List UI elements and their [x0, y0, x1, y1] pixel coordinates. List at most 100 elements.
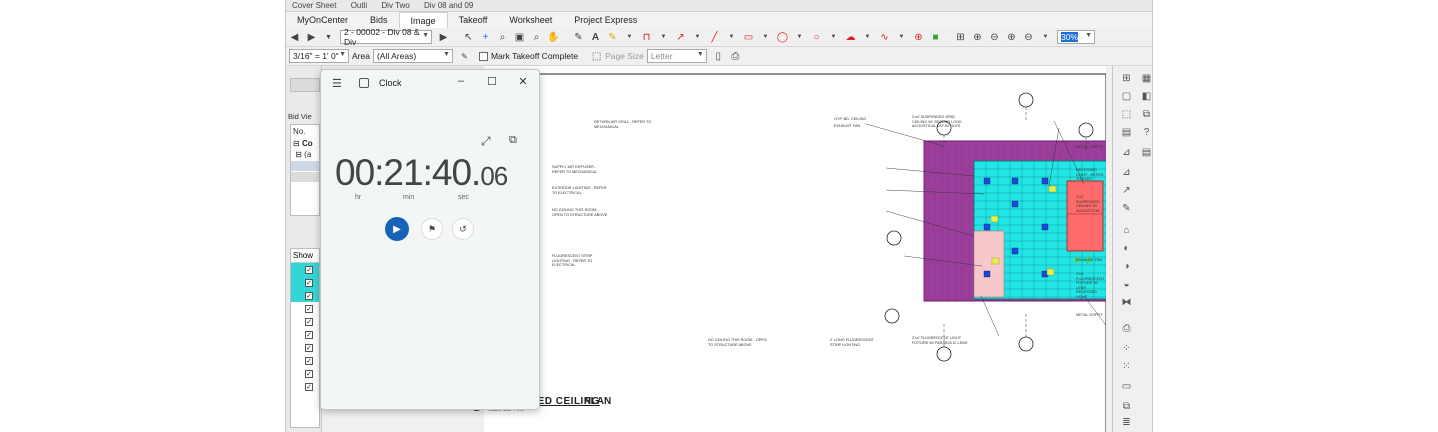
tree-row[interactable]: ⊟ Co [291, 138, 319, 149]
bid-view-tab[interactable]: Bid Vie [288, 112, 312, 121]
copy-icon[interactable]: ⧉ [1140, 108, 1152, 121]
menu-icon[interactable]: ☰ [332, 77, 342, 90]
doc-tab-div-two[interactable]: Div Two [375, 0, 415, 11]
show-checkbox[interactable]: ✓ [305, 278, 313, 287]
scale-select[interactable]: 3/16" = 1' 0" ▼ [289, 49, 349, 63]
show-checkbox[interactable]: ✓ [305, 265, 313, 274]
ellipse-tool-icon[interactable]: ◯ [775, 30, 790, 45]
show-checkbox[interactable]: ✓ [305, 291, 313, 300]
dropdown-arrow-icon[interactable]: ▼ [860, 30, 875, 45]
tab-image[interactable]: Image [398, 12, 448, 28]
page-size-icon[interactable]: ⬚ [589, 49, 604, 64]
table-icon[interactable]: ▤ [1140, 146, 1152, 159]
tree-row-selected[interactable] [291, 161, 319, 171]
zoom-select[interactable]: 30% ▼ [1057, 30, 1095, 44]
drawing-canvas[interactable] [484, 66, 1106, 432]
tree-row[interactable]: ⊟ (a [291, 149, 319, 160]
compact-overlay-icon[interactable]: ⧉ [509, 134, 517, 147]
dropdown-arrow-icon[interactable]: ▼ [826, 30, 841, 45]
highlighter-icon[interactable]: ✎ [605, 30, 620, 45]
play-button[interactable]: ▶ [385, 217, 409, 241]
dropdown-arrow-icon[interactable]: ▼ [690, 30, 705, 45]
mark-takeoff-checkbox[interactable] [478, 51, 488, 61]
show-row[interactable]: ✓ [291, 276, 319, 289]
line-tool-icon[interactable]: ╱ [707, 30, 722, 45]
zoom-out-icon[interactable]: ⊖ [987, 30, 1002, 45]
lap-button[interactable]: ⚑ [421, 218, 443, 240]
print-icon[interactable]: ⎙ [1120, 322, 1133, 335]
show-checkbox[interactable]: ✓ [305, 382, 313, 391]
show-checkbox[interactable]: ✓ [305, 369, 313, 378]
tab-bids[interactable]: Bids [359, 12, 399, 28]
dropdown-arrow-icon[interactable]: ▼ [321, 30, 336, 45]
show-row[interactable]: ✓ [291, 328, 319, 341]
show-row[interactable]: ✓ [291, 380, 319, 393]
area-select[interactable]: (All Areas) ▼ [372, 49, 453, 63]
text-tool-icon[interactable]: A [588, 30, 603, 45]
show-row[interactable]: ✓ [291, 263, 319, 276]
show-row[interactable]: ✓ [291, 315, 319, 328]
grid-dots-icon[interactable]: ⁘ [1120, 342, 1133, 355]
pan-icon[interactable]: ✋ [546, 30, 561, 45]
doc-tab-div-08[interactable]: Div 08 and 09 [418, 0, 479, 11]
zoom-width-icon[interactable]: ⊕ [1004, 30, 1019, 45]
show-row[interactable]: ✓ [291, 302, 319, 315]
link-icon[interactable]: ⧓ [1120, 296, 1133, 309]
page-icon[interactable]: ▭ [1120, 380, 1133, 393]
dropdown-arrow-icon[interactable]: ▼ [656, 30, 671, 45]
zoom-fit-icon[interactable]: ⊞ [953, 30, 968, 45]
dropdown-arrow-icon[interactable]: ▼ [792, 30, 807, 45]
show-checkbox[interactable]: ✓ [305, 343, 313, 352]
show-row[interactable]: ✓ [291, 341, 319, 354]
expand-icon[interactable]: ⤢ [481, 134, 491, 149]
maximize-icon[interactable]: ☐ [485, 75, 499, 88]
back-icon[interactable]: ◀ [287, 30, 302, 45]
print-icon[interactable]: ⎙ [728, 49, 743, 64]
close-icon[interactable]: ✕ [516, 75, 530, 88]
select-icon[interactable]: ⬚ [1120, 108, 1133, 121]
show-row[interactable]: ✓ [291, 289, 319, 302]
cloud-tool-icon[interactable]: ☁ [843, 30, 858, 45]
show-checkbox[interactable]: ✓ [305, 317, 313, 326]
collapse-icon[interactable]: ⊟ [293, 139, 302, 148]
tab-takeoff[interactable]: Takeoff [448, 12, 499, 28]
tab-worksheet[interactable]: Worksheet [498, 12, 563, 28]
zoom-area-icon[interactable]: ⌕ [529, 30, 544, 45]
tab-project-express[interactable]: Project Express [563, 12, 648, 28]
chart-icon[interactable]: ⊿ [1120, 146, 1133, 159]
tag-icon[interactable]: ⌂ [1120, 224, 1133, 237]
arrow-tool-icon[interactable]: ↗ [673, 30, 688, 45]
page-size-select[interactable]: Letter ▼ [646, 49, 707, 63]
tree-row-selected[interactable] [291, 172, 319, 182]
annotation-tool-icon[interactable]: ✎ [571, 30, 586, 45]
edit-icon[interactable]: ✎ [1120, 202, 1133, 215]
paint-icon[interactable]: ◑ [1120, 260, 1133, 273]
measure-icon[interactable]: ↗ [1120, 184, 1133, 197]
rectangle-tool-icon[interactable]: ▭ [741, 30, 756, 45]
dropdown-arrow-icon[interactable]: ▼ [622, 30, 637, 45]
zoom-page-icon[interactable]: ▣ [512, 30, 527, 45]
page-select[interactable]: 2 - 00002 - Div 08 & Div ▼ [340, 27, 432, 47]
zoom-height-icon[interactable]: ⊖ [1021, 30, 1036, 45]
clock-titlebar[interactable]: ☰ Clock – ☐ ✕ [321, 70, 539, 96]
zoom-tool-icon[interactable]: ⌕ [495, 30, 510, 45]
shape-icon[interactable]: ◒ [1120, 278, 1133, 291]
stamp-icon[interactable]: ⊕ [911, 30, 926, 45]
show-row[interactable]: ✓ [291, 354, 319, 367]
dropdown-arrow-icon[interactable]: ▼ [758, 30, 773, 45]
show-checkbox[interactable]: ✓ [305, 356, 313, 365]
dropdown-arrow-icon[interactable]: ▼ [894, 30, 909, 45]
freehand-tool-icon[interactable]: ∿ [877, 30, 892, 45]
copy-page-icon[interactable]: ⧉ [1120, 400, 1133, 413]
image-icon[interactable]: ◧ [1140, 90, 1152, 103]
collapse-icon[interactable]: ⊟ [295, 150, 304, 159]
circle-tool-icon[interactable]: ○ [809, 30, 824, 45]
takeoff-icon[interactable]: ⊿ [1120, 166, 1133, 179]
dropdown-arrow-icon[interactable]: ▼ [1038, 30, 1053, 45]
color-icon[interactable]: ◐ [1120, 242, 1133, 255]
page-thumb-icon[interactable]: ▢ [1120, 90, 1133, 103]
grid-icon[interactable]: ⊞ [1120, 72, 1133, 85]
sticky-note-icon[interactable]: ■ [928, 30, 943, 45]
doc-tab-cover[interactable]: Cover Sheet [286, 0, 342, 11]
forward-icon[interactable]: ▶ [304, 30, 319, 45]
